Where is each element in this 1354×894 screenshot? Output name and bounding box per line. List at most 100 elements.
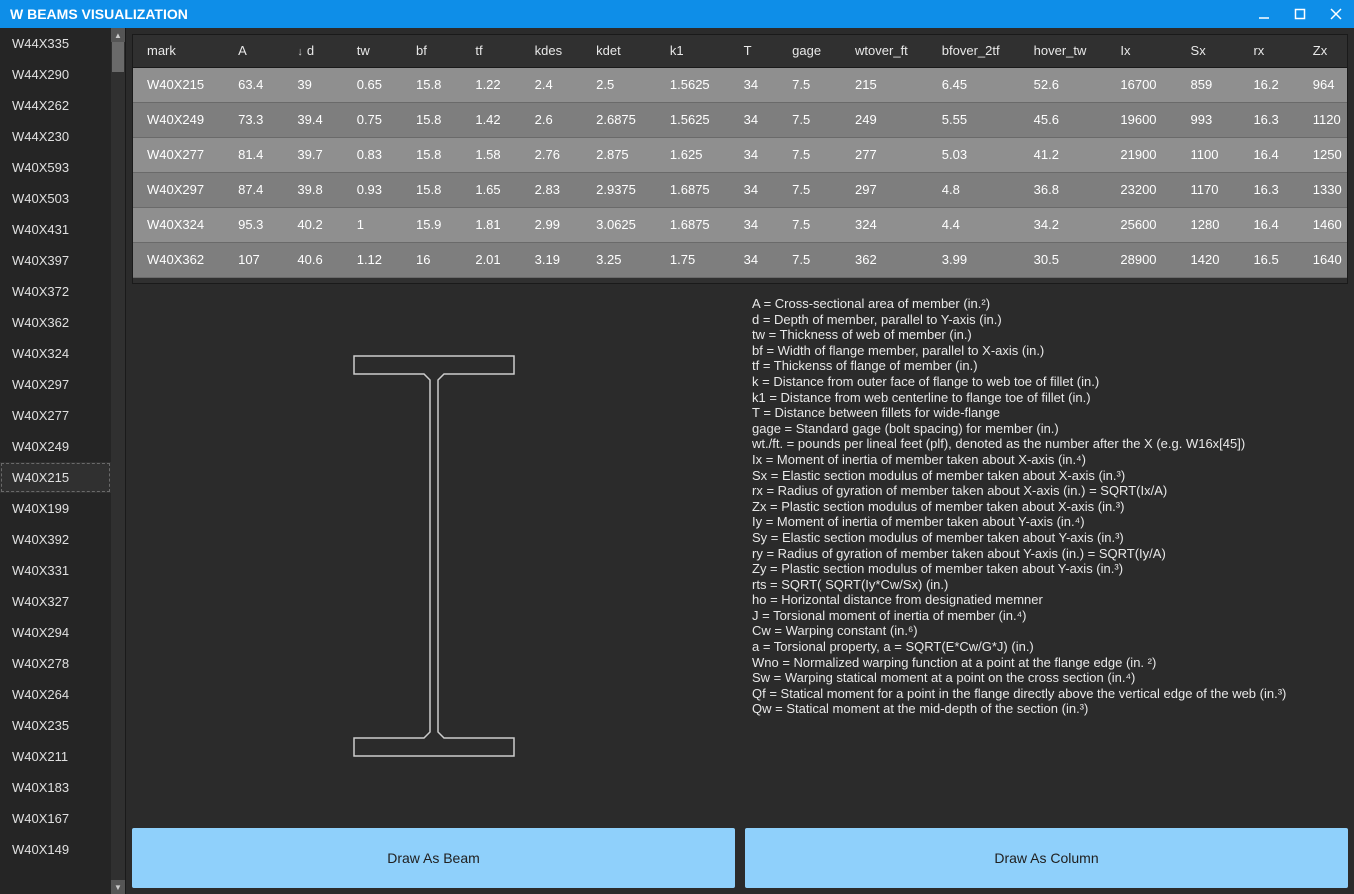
sidebar-item[interactable]: W40X294 xyxy=(0,617,111,648)
sidebar-item[interactable]: W40X362 xyxy=(0,307,111,338)
properties-table-panel: mark A↓dtwbf tfkdes kdet k1 Tgagewtover_ft bfo… xyxy=(132,34,1348,284)
column-header[interactable]: tf xyxy=(461,35,520,67)
column-header[interactable]: A xyxy=(224,35,283,67)
legend-line: tf = Thickenss of flange of member (in.) xyxy=(752,358,1344,374)
sidebar-item[interactable]: W40X183 xyxy=(0,772,111,803)
sidebar-item[interactable]: W40X324 xyxy=(0,338,111,369)
legend-line: wt./ft. = pounds per lineal feet (plf), … xyxy=(752,436,1344,452)
column-header[interactable]: ↓d xyxy=(283,35,342,67)
column-header[interactable]: kdet xyxy=(582,35,656,67)
column-header[interactable]: Zx xyxy=(1299,35,1347,67)
legend-line: ry = Radius of gyration of member taken … xyxy=(752,546,1344,562)
close-button[interactable] xyxy=(1318,0,1354,28)
titlebar: W BEAMS VISUALIZATION xyxy=(0,0,1354,28)
table-cell: 297 xyxy=(841,172,928,207)
column-header[interactable]: hover_tw xyxy=(1020,35,1107,67)
sidebar-item[interactable]: W40X392 xyxy=(0,524,111,555)
scroll-up-button[interactable]: ▲ xyxy=(111,28,125,42)
table-cell: 1460 xyxy=(1299,207,1347,242)
table-cell: 2.6875 xyxy=(582,102,656,137)
sidebar-item[interactable]: W40X503 xyxy=(0,183,111,214)
sidebar-item[interactable]: W40X372 xyxy=(0,276,111,307)
sidebar-item[interactable]: W40X249 xyxy=(0,431,111,462)
column-header-label: mark xyxy=(147,43,176,58)
sidebar-item[interactable]: W40X149 xyxy=(0,834,111,865)
scroll-track[interactable] xyxy=(111,42,125,880)
column-header[interactable]: mark xyxy=(133,35,224,67)
table-cell: 25600 xyxy=(1106,207,1176,242)
table-cell: 21900 xyxy=(1106,137,1176,172)
column-header[interactable]: kdes xyxy=(521,35,582,67)
table-cell: 2.01 xyxy=(461,242,520,277)
maximize-button[interactable] xyxy=(1282,0,1318,28)
column-header[interactable]: rx xyxy=(1239,35,1298,67)
column-header[interactable]: T xyxy=(730,35,778,67)
table-row[interactable]: W40X24973.339.40.7515.81.422.62.68751.56… xyxy=(133,102,1347,137)
column-header-label: Sx xyxy=(1191,43,1206,58)
column-header-label: k1 xyxy=(670,43,684,58)
table-row[interactable]: W40X21563.4390.6515.81.222.42.51.5625347… xyxy=(133,67,1347,102)
sidebar-item[interactable]: W40X397 xyxy=(0,245,111,276)
table-cell: 4.4 xyxy=(928,207,1020,242)
sidebar-item[interactable]: W40X297 xyxy=(0,369,111,400)
sidebar-item[interactable]: W40X593 xyxy=(0,152,111,183)
table-cell: 19600 xyxy=(1106,102,1176,137)
column-header-label: bfover_2tf xyxy=(942,43,1000,58)
sidebar-item[interactable]: W40X278 xyxy=(0,648,111,679)
table-row[interactable]: W40X29787.439.80.9315.81.652.832.93751.6… xyxy=(133,172,1347,207)
table-cell: 0.75 xyxy=(343,102,402,137)
sidebar-item[interactable]: W40X331 xyxy=(0,555,111,586)
sidebar-item[interactable]: W44X262 xyxy=(0,90,111,121)
scroll-thumb[interactable] xyxy=(112,42,124,72)
sidebar-item[interactable]: W40X277 xyxy=(0,400,111,431)
column-header[interactable]: bfover_2tf xyxy=(928,35,1020,67)
column-header[interactable]: bf xyxy=(402,35,461,67)
draw-as-beam-button[interactable]: Draw As Beam xyxy=(132,828,735,888)
column-header-label: bf xyxy=(416,43,427,58)
sidebar-item[interactable]: W40X199 xyxy=(0,493,111,524)
column-header-label: kdes xyxy=(535,43,562,58)
sidebar-item[interactable]: W40X327 xyxy=(0,586,111,617)
beam-list[interactable]: W44X335W44X290W44X262W44X230W40X593W40X5… xyxy=(0,28,111,894)
table-cell: 39.8 xyxy=(283,172,342,207)
table-cell: 1.81 xyxy=(461,207,520,242)
table-cell: 7.5 xyxy=(778,67,841,102)
sidebar-item[interactable]: W44X230 xyxy=(0,121,111,152)
legend-line: k = Distance from outer face of flange t… xyxy=(752,374,1344,390)
scroll-down-button[interactable]: ▼ xyxy=(111,880,125,894)
sidebar-item[interactable]: W40X215 xyxy=(0,462,111,493)
column-header[interactable]: tw xyxy=(343,35,402,67)
table-cell: 15.8 xyxy=(402,67,461,102)
table-cell: 39.4 xyxy=(283,102,342,137)
table-cell: W40X362 xyxy=(133,242,224,277)
table-cell: 1640 xyxy=(1299,242,1347,277)
sidebar-scrollbar[interactable]: ▲ ▼ xyxy=(111,28,125,894)
table-cell: 1.5625 xyxy=(656,67,730,102)
legend-line: Qf = Statical moment for a point in the … xyxy=(752,686,1344,702)
table-cell: 964 xyxy=(1299,67,1347,102)
table-cell: 7.5 xyxy=(778,137,841,172)
column-header[interactable]: k1 xyxy=(656,35,730,67)
sidebar-item[interactable]: W40X211 xyxy=(0,741,111,772)
column-header[interactable]: Ix xyxy=(1106,35,1176,67)
sidebar-item[interactable]: W44X335 xyxy=(0,28,111,59)
draw-as-column-button[interactable]: Draw As Column xyxy=(745,828,1348,888)
table-row[interactable]: W40X32495.340.2115.91.812.993.06251.6875… xyxy=(133,207,1347,242)
legend-line: Cw = Warping constant (in.⁶) xyxy=(752,623,1344,639)
table-cell: 1280 xyxy=(1177,207,1240,242)
sidebar-item[interactable]: W40X235 xyxy=(0,710,111,741)
column-header[interactable]: wtover_ft xyxy=(841,35,928,67)
column-header-label: kdet xyxy=(596,43,621,58)
table-cell: 73.3 xyxy=(224,102,283,137)
table-scroll[interactable]: mark A↓dtwbf tfkdes kdet k1 Tgagewtover_ft bfo… xyxy=(133,35,1347,283)
sidebar-item[interactable]: W40X264 xyxy=(0,679,111,710)
sidebar-item[interactable]: W44X290 xyxy=(0,59,111,90)
sidebar-item[interactable]: W40X167 xyxy=(0,803,111,834)
sidebar-item[interactable]: W40X431 xyxy=(0,214,111,245)
table-cell: 15.9 xyxy=(402,207,461,242)
minimize-button[interactable] xyxy=(1246,0,1282,28)
column-header[interactable]: gage xyxy=(778,35,841,67)
table-row[interactable]: W40X36210740.61.12162.013.193.251.75347.… xyxy=(133,242,1347,277)
table-row[interactable]: W40X27781.439.70.8315.81.582.762.8751.62… xyxy=(133,137,1347,172)
column-header[interactable]: Sx xyxy=(1177,35,1240,67)
